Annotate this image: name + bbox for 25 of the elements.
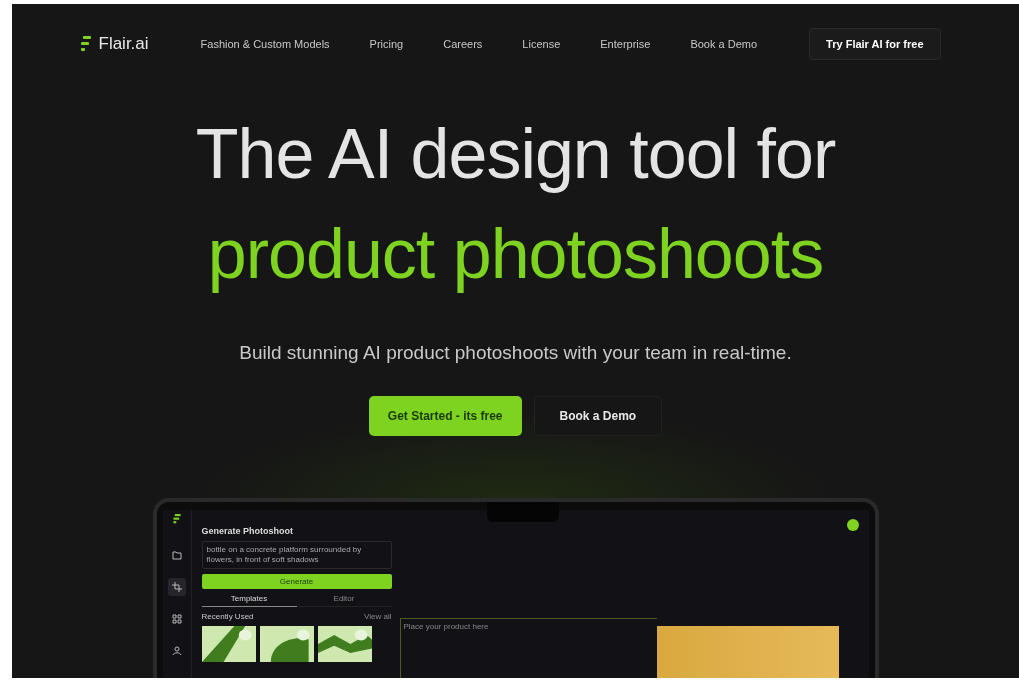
nav-link[interactable]: Book a Demo [690, 38, 758, 50]
app-logo-icon [172, 514, 181, 524]
panel-tab[interactable]: Editor [296, 594, 392, 607]
generate-button[interactable]: Generate [201, 574, 392, 589]
headline: The AI design tool for [195, 114, 836, 195]
view-all-link[interactable]: View all [364, 612, 392, 621]
headline-highlight: product photoshoots [207, 214, 824, 295]
nav-link[interactable]: Fashion & Custom Models [200, 38, 330, 50]
panel-title: Generate Photoshoot [201, 526, 294, 536]
get-started-button[interactable]: Get Started - its free [368, 396, 522, 436]
nav-link[interactable]: Pricing [369, 38, 404, 50]
panel-tab[interactable]: Templates [201, 594, 297, 607]
nav-link[interactable]: License [522, 38, 561, 50]
logo-text[interactable]: Flair.ai [98, 34, 149, 54]
section-label: Recently Used [201, 612, 254, 621]
upload-field[interactable]: Place your product here [399, 618, 657, 678]
crop-icon[interactable] [167, 578, 186, 596]
nav-link[interactable]: Enterprise [600, 38, 651, 50]
try-free-button[interactable]: Try Flair AI for free [809, 28, 941, 60]
avatar[interactable] [846, 519, 859, 531]
subtitle: Build stunning AI product photoshoots with your team in real-time. [239, 342, 792, 364]
logo-icon [80, 36, 91, 52]
demo-button[interactable]: Book a Demo [533, 396, 663, 436]
prompt-field[interactable]: bottle on a concrete platform surrounded by flowers, in front of soft shadows [201, 541, 392, 569]
nav-link[interactable]: Careers [443, 38, 483, 50]
